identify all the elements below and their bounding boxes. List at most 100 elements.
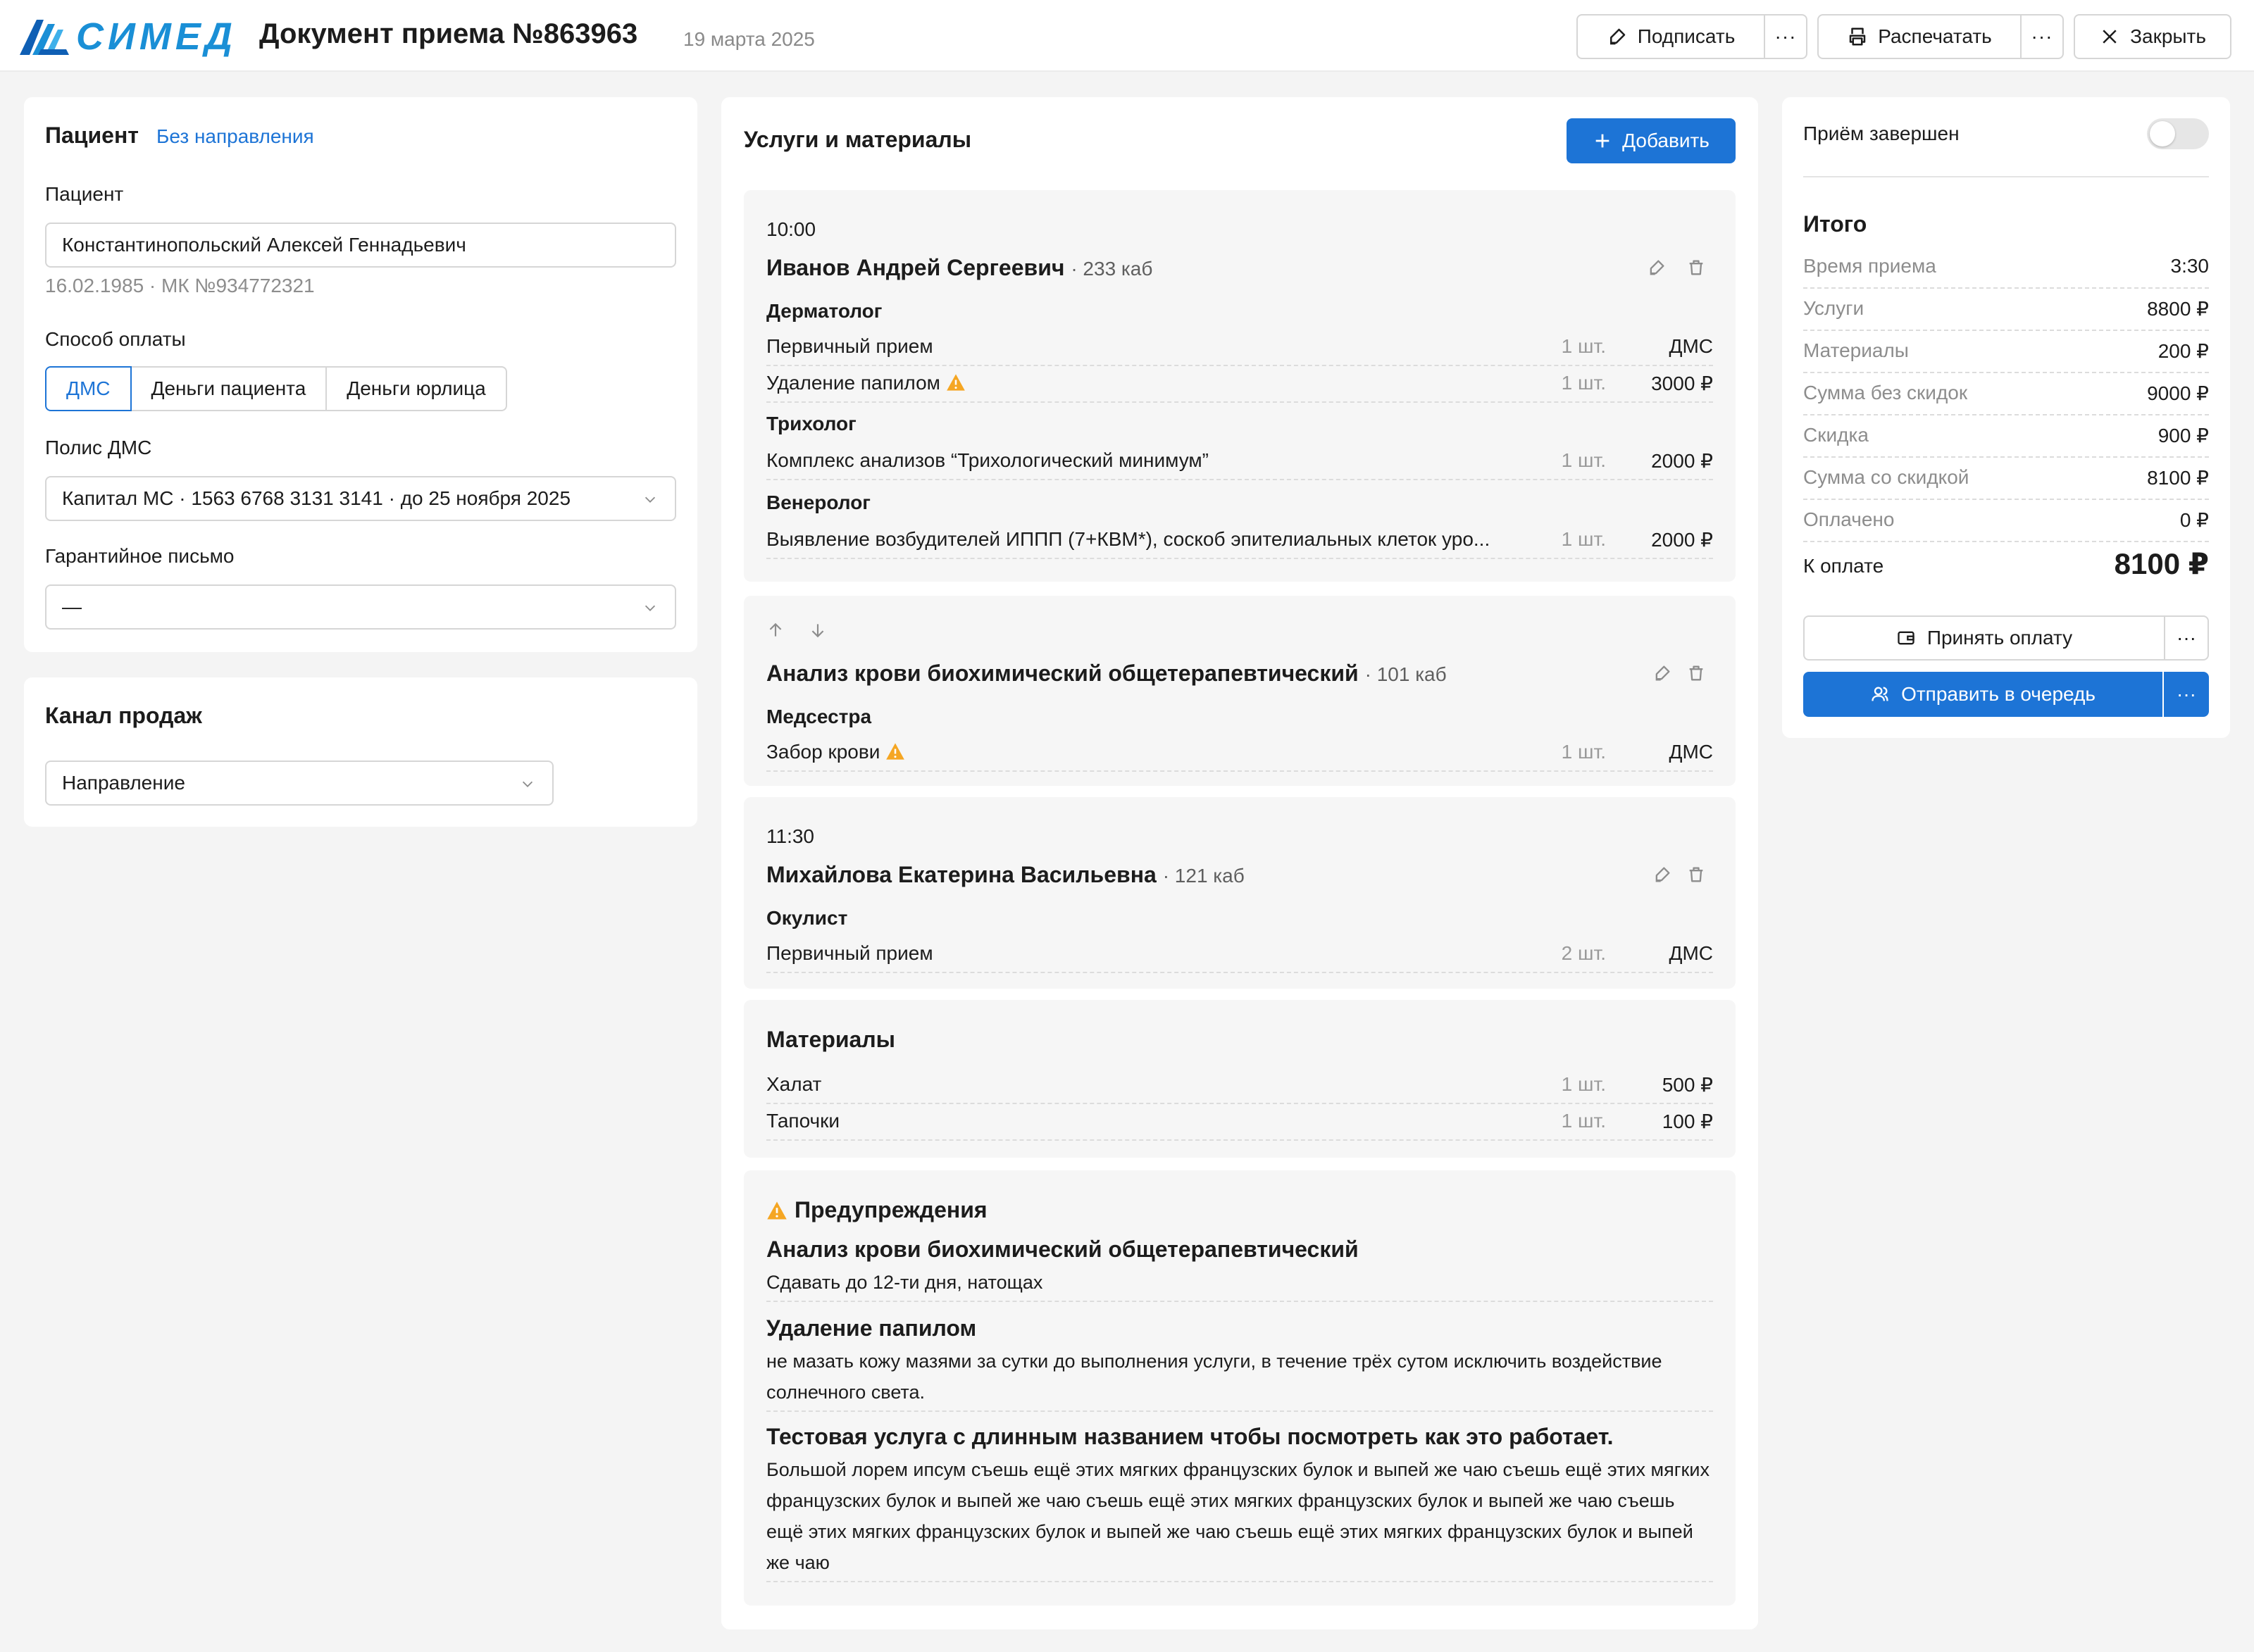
- service-qty: 1 шт.: [1561, 528, 1606, 550]
- accept-payment-more-button[interactable]: ···: [2164, 617, 2208, 659]
- send-to-queue-group: Отправить в очередь ···: [1803, 672, 2209, 717]
- accept-payment-button[interactable]: Принять оплату: [1805, 617, 2164, 659]
- accept-payment-label: Принять оплату: [1926, 627, 2073, 649]
- summary-value: 8100 ₽: [2147, 467, 2209, 489]
- service-block: 10:00 Иванов Андрей Сергеевич · 233 каб …: [744, 190, 1736, 582]
- print-button-label: Распечатать: [1878, 25, 1992, 47]
- warning-text: Большой лорем ипсум съешь ещё этих мягки…: [766, 1454, 1713, 1582]
- material-price: 100 ₽: [1662, 1110, 1713, 1132]
- summary-value: 3:30: [2170, 255, 2210, 277]
- service-row[interactable]: Удаление папилом 1 шт. 3000 ₽: [766, 366, 1713, 403]
- service-row[interactable]: Первичный прием 2 шт. ДМС: [766, 937, 1713, 973]
- printer-icon: [1849, 27, 1866, 46]
- material-row[interactable]: Халат 1 шт. 500 ₽: [766, 1068, 1713, 1104]
- sales-channel-select[interactable]: Направление: [45, 761, 554, 806]
- specialty-label: Окулист: [766, 907, 848, 929]
- edit-icon[interactable]: [1652, 865, 1672, 884]
- sign-button-group: Подписать ···: [1576, 14, 1807, 59]
- edit-icon[interactable]: [1652, 663, 1672, 683]
- service-row[interactable]: Забор крови 1 шт. ДМС: [766, 735, 1713, 772]
- completed-toggle[interactable]: [2147, 118, 2209, 149]
- send-to-queue-button[interactable]: Отправить в очередь: [1803, 672, 2162, 717]
- material-row[interactable]: Тапочки 1 шт. 100 ₽: [766, 1104, 1713, 1141]
- chevron-down-icon: [522, 781, 533, 787]
- close-button[interactable]: Закрыть: [2074, 14, 2231, 59]
- specialty-label: Медсестра: [766, 706, 872, 727]
- page-title: Документ приема №863963: [259, 18, 638, 49]
- summary-value: 200 ₽: [2158, 340, 2209, 362]
- warning-title: Тестовая услуга с длинным названием чтоб…: [766, 1424, 1614, 1449]
- payment-option-dms[interactable]: ДМС: [45, 366, 132, 411]
- warning-text: не мазать кожу мазями за сутки до выполн…: [766, 1346, 1713, 1412]
- material-price: 500 ₽: [1662, 1074, 1713, 1096]
- service-row[interactable]: Первичный прием 1 шт. ДМС: [766, 330, 1713, 366]
- summary-row: Сумма со скидкой 8100 ₽: [1803, 458, 2209, 500]
- service-price: 3000 ₽: [1651, 373, 1713, 394]
- service-qty: 2 шт.: [1561, 942, 1606, 964]
- summary-row: Услуги 8800 ₽: [1803, 289, 2209, 331]
- print-more-button[interactable]: ···: [2020, 15, 2062, 58]
- logo[interactable]: СИМЕД: [20, 17, 237, 56]
- doctor-name-text: Анализ крови биохимический общетерапевти…: [766, 661, 1359, 686]
- summary-row: Материалы 200 ₽: [1803, 331, 2209, 373]
- service-name: Забор крови: [766, 741, 905, 763]
- warning-icon: [886, 743, 905, 760]
- payment-option-patient[interactable]: Деньги пациента: [130, 366, 328, 411]
- doctor-name: Анализ крови биохимический общетерапевти…: [766, 661, 1447, 687]
- service-qty: 1 шт.: [1561, 449, 1606, 471]
- doctor-name-text: Михайлова Екатерина Васильевна: [766, 862, 1157, 887]
- warning-title: Удаление папилом: [766, 1315, 977, 1341]
- add-service-button[interactable]: Добавить: [1567, 118, 1736, 163]
- guarantee-letter-select[interactable]: —: [45, 584, 676, 630]
- print-button[interactable]: Распечатать: [1819, 15, 2020, 58]
- service-price: 2000 ₽: [1651, 450, 1713, 472]
- material-name: Тапочки: [766, 1110, 840, 1132]
- sign-button[interactable]: Подписать: [1578, 15, 1764, 58]
- summary-key: Материалы: [1803, 339, 1909, 361]
- doctor-name-text: Иванов Андрей Сергеевич: [766, 255, 1065, 280]
- add-service-label: Добавить: [1622, 130, 1710, 151]
- users-icon: [1872, 687, 1888, 701]
- send-to-queue-more-button[interactable]: ···: [2162, 672, 2209, 717]
- accept-payment-group: Принять оплату ···: [1803, 615, 2209, 661]
- warning-text: Сдавать до 12-ти дня, натощах: [766, 1267, 1713, 1302]
- summary-row: Сумма без скидок 9000 ₽: [1803, 373, 2209, 415]
- referral-link[interactable]: Без направления: [156, 125, 314, 148]
- edit-icon[interactable]: [1647, 258, 1667, 277]
- patient-meta: 16.02.1985 · МК №934772321: [45, 275, 315, 296]
- trash-icon[interactable]: [1686, 663, 1706, 683]
- policy-select[interactable]: Капитал МС · 1563 6768 3131 3141 · до 25…: [45, 476, 676, 521]
- trash-icon[interactable]: [1686, 865, 1706, 884]
- summary-key: Скидка: [1803, 424, 1869, 446]
- service-row[interactable]: Выявление возбудителей ИППП (7+КВМ*), со…: [766, 522, 1713, 559]
- sales-channel-heading: Канал продаж: [45, 703, 202, 728]
- payment-option-company[interactable]: Деньги юрлица: [325, 366, 507, 411]
- warning-icon: [947, 374, 965, 391]
- materials-heading: Материалы: [766, 1027, 895, 1052]
- cabinet-number: · 121 каб: [1162, 865, 1245, 887]
- arrow-up-icon[interactable]: [766, 621, 785, 639]
- summary-value: 0 ₽: [2179, 509, 2209, 531]
- trash-icon[interactable]: [1686, 258, 1706, 277]
- service-row[interactable]: Комплекс анализов “Трихологический миним…: [766, 444, 1713, 480]
- close-button-inner: Закрыть: [2075, 15, 2230, 58]
- guarantee-letter-value: —: [62, 596, 82, 618]
- material-qty: 1 шт.: [1561, 1110, 1606, 1132]
- service-block: 11:30 Михайлова Екатерина Васильевна · 1…: [744, 797, 1736, 989]
- services-heading: Услуги и материалы: [744, 127, 972, 152]
- payment-method-label: Способ оплаты: [45, 328, 186, 350]
- patient-name-field[interactable]: Константинопольский Алексей Геннадьевич: [45, 223, 676, 268]
- service-price: 2000 ₽: [1651, 529, 1713, 551]
- arrow-down-icon[interactable]: [809, 621, 827, 639]
- summary-key: Сумма со скидкой: [1803, 466, 1969, 488]
- close-icon: [2103, 30, 2117, 44]
- appointment-time: 11:30: [766, 825, 814, 847]
- sales-channel-value: Направление: [62, 772, 185, 794]
- warning-item: Анализ крови биохимический общетерапевти…: [766, 1237, 1713, 1302]
- materials-block: Материалы Халат 1 шт. 500 ₽ Тапочки 1 шт…: [744, 1000, 1736, 1158]
- logo-text: СИМЕД: [76, 15, 237, 58]
- cabinet-number: · 233 каб: [1071, 258, 1153, 280]
- summary-row: Оплачено 0 ₽: [1803, 500, 2209, 542]
- sign-more-button[interactable]: ···: [1764, 15, 1806, 58]
- warnings-heading-text: Предупреждения: [795, 1197, 988, 1222]
